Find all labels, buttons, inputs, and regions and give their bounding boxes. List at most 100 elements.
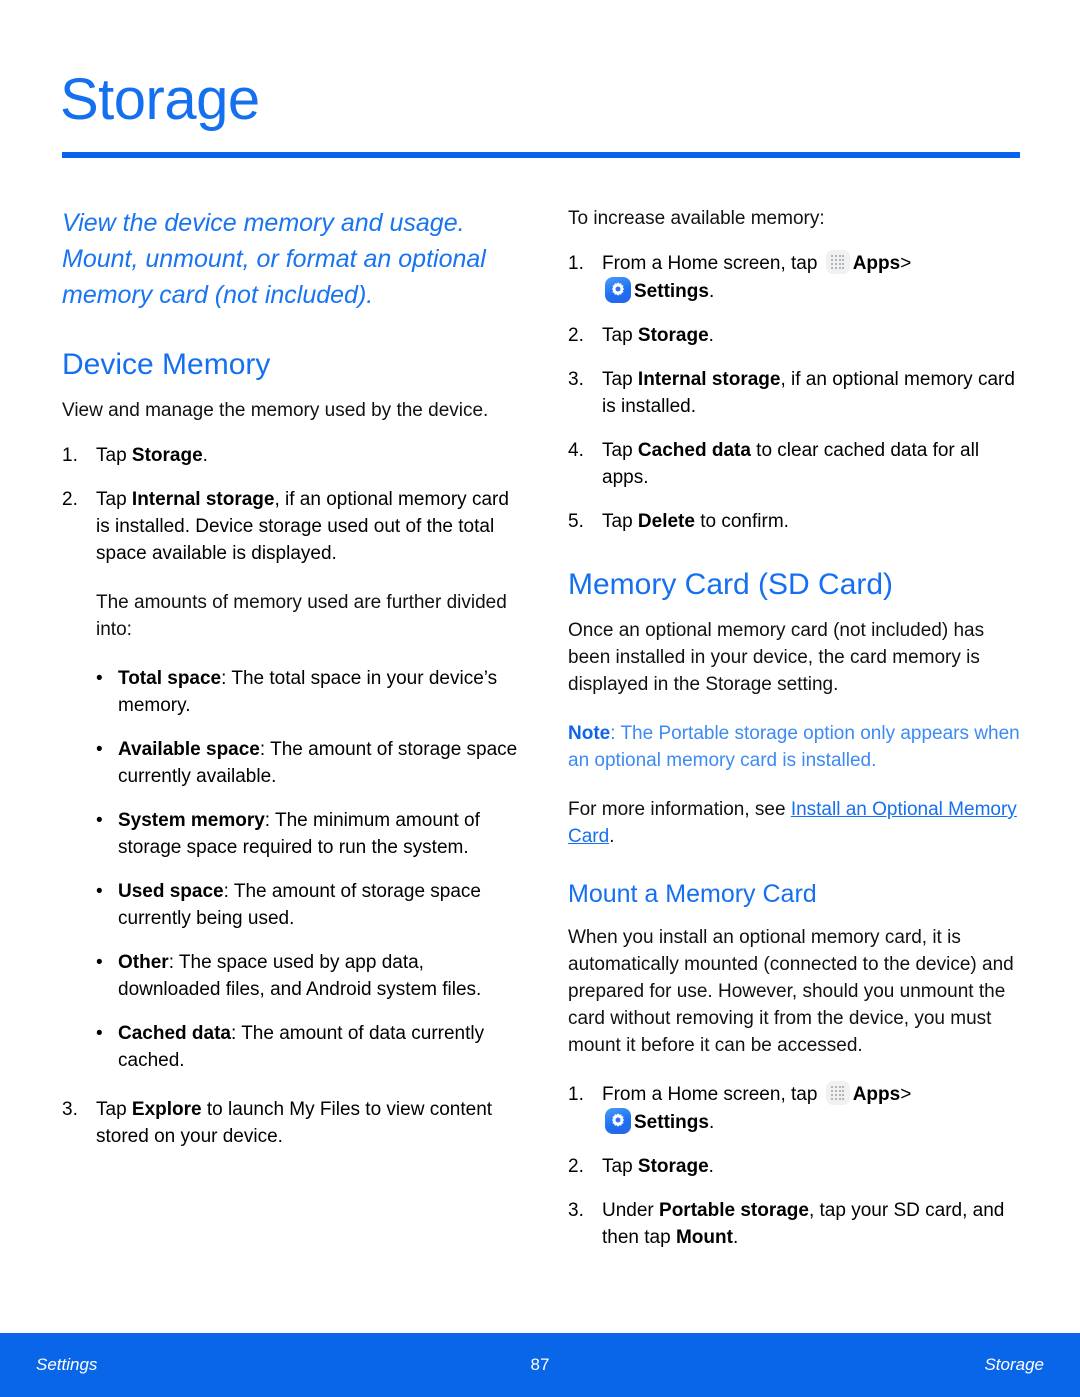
step-text-prefix: Tap bbox=[602, 440, 638, 461]
lead-paragraph: View the device memory and usage. Mount,… bbox=[62, 209, 486, 309]
step-item: 2. Tap Internal storage, if an optional m… bbox=[62, 486, 522, 567]
settings-label: Settings bbox=[634, 1112, 709, 1133]
step-bold-term-2: Mount bbox=[675, 1227, 733, 1248]
step-text-prefix: Tap bbox=[602, 369, 638, 390]
step-text-prefix: From a Home screen, tap bbox=[602, 253, 823, 274]
step-text-suffix: . bbox=[732, 1227, 739, 1248]
more-info-suffix: . bbox=[609, 826, 615, 847]
right-column: To increase available memory: 1. From a H… bbox=[568, 205, 1028, 1273]
chevron-separator: > bbox=[900, 253, 912, 274]
bullet-term: Total space bbox=[118, 668, 222, 689]
step-number: 5. bbox=[568, 511, 584, 532]
increase-memory-intro: To increase available memory: bbox=[568, 208, 825, 229]
list-item: Total space: The total space in your dev… bbox=[96, 665, 522, 719]
step-item: 2. Tap Storage. bbox=[568, 322, 1028, 349]
step-bold-term: Delete bbox=[637, 511, 695, 532]
step-text-prefix: Tap bbox=[96, 1099, 132, 1120]
settings-label: Settings bbox=[634, 281, 709, 302]
apps-grid-icon bbox=[825, 1081, 850, 1105]
apps-label: Apps bbox=[852, 1084, 901, 1105]
bullet-term: Other bbox=[118, 952, 169, 973]
list-item: Cached data: The amount of data currentl… bbox=[96, 1020, 522, 1074]
step-text-prefix: Under bbox=[602, 1200, 660, 1221]
step-item: 1. From a Home screen, tap Apps> Settings. bbox=[568, 1081, 1028, 1136]
step-number: 3. bbox=[568, 1200, 584, 1221]
step-number: 1. bbox=[568, 253, 584, 274]
apps-grid-icon bbox=[825, 250, 850, 274]
more-information-paragraph: For more information, see Install an Opt… bbox=[568, 796, 1028, 850]
list-item: Used space: The amount of storage space … bbox=[96, 878, 522, 932]
step-item: 2. Tap Storage. bbox=[568, 1153, 1028, 1180]
step-item: 5. Tap Delete to confirm. bbox=[568, 508, 1028, 535]
step-item: 1. From a Home screen, tap Apps> Settings. bbox=[568, 250, 1028, 305]
page-title: Storage bbox=[60, 67, 260, 132]
step-number: 1. bbox=[568, 1084, 584, 1105]
footer-page-number: 87 bbox=[530, 1355, 550, 1374]
page-footer: Settings 87 Storage bbox=[0, 1333, 1080, 1397]
step-item: 1. Tap Storage. bbox=[62, 442, 522, 469]
divided-into-intro: The amounts of memory used are further d… bbox=[96, 592, 507, 640]
title-divider bbox=[62, 152, 1020, 158]
memory-card-intro: Once an optional memory card (not includ… bbox=[568, 620, 985, 695]
device-memory-intro: View and manage the memory used by the d… bbox=[62, 400, 489, 421]
note-label: Note bbox=[568, 723, 611, 744]
step-number: 2. bbox=[568, 1156, 584, 1177]
left-column: View the device memory and usage. Mount,… bbox=[62, 205, 522, 1172]
settings-gear-icon bbox=[605, 277, 631, 303]
step-number: 1. bbox=[62, 445, 78, 466]
increase-memory-steps: 1. From a Home screen, tap Apps> Settings.… bbox=[568, 250, 1028, 535]
step-text-prefix: Tap bbox=[96, 445, 132, 466]
step-number: 3. bbox=[62, 1099, 78, 1120]
note-block: Note: The Portable storage option only a… bbox=[568, 720, 1028, 774]
bullet-term: Available space bbox=[118, 739, 260, 760]
mount-memory-card-steps: 1. From a Home screen, tap Apps> Settings.… bbox=[568, 1081, 1028, 1251]
step-bold-term: Storage bbox=[637, 1156, 709, 1177]
step-text-suffix: . bbox=[708, 325, 714, 346]
footer-right-label: Storage bbox=[984, 1355, 1044, 1374]
bullet-term: Used space bbox=[118, 881, 224, 902]
step-text-prefix: Tap bbox=[96, 489, 132, 510]
step-text-prefix: From a Home screen, tap bbox=[602, 1084, 823, 1105]
step-text-suffix: . bbox=[708, 1112, 715, 1133]
step-text-prefix: Tap bbox=[602, 325, 638, 346]
note-text: : The Portable storage option only appea… bbox=[568, 723, 1020, 771]
device-memory-steps: 1. Tap Storage. 2. Tap Internal storage, i… bbox=[62, 442, 522, 567]
subsection-heading-mount-memory-card: Mount a Memory Card bbox=[568, 880, 817, 908]
list-item: System memory: The minimum amount of sto… bbox=[96, 807, 522, 861]
section-heading-memory-card: Memory Card (SD Card) bbox=[568, 568, 894, 601]
document-page: Storage View the device memory and usage… bbox=[0, 0, 1080, 1397]
more-info-prefix: For more information, see bbox=[568, 799, 791, 820]
chevron-separator: > bbox=[900, 1084, 912, 1105]
section-heading-device-memory: Device Memory bbox=[62, 348, 271, 381]
step-text-suffix: to confirm. bbox=[694, 511, 789, 532]
step-bold-term: Cached data bbox=[637, 440, 751, 461]
list-item: Other: The space used by app data, downl… bbox=[96, 949, 522, 1003]
step-bold-term: Storage bbox=[637, 325, 709, 346]
step-text-suffix: . bbox=[202, 445, 208, 466]
memory-category-list: Total space: The total space in your dev… bbox=[62, 665, 522, 1074]
bullet-term: System memory bbox=[118, 810, 265, 831]
step-item: 3. Tap Explore to launch My Files to view… bbox=[62, 1096, 522, 1150]
bullet-term: Cached data bbox=[118, 1023, 231, 1044]
step-bold-term: Storage bbox=[131, 445, 203, 466]
bullet-description: : The space used by app data, downloaded… bbox=[118, 952, 482, 1000]
step-number: 3. bbox=[568, 369, 584, 390]
step-text-prefix: Tap bbox=[602, 1156, 638, 1177]
step-item: 3. Tap Internal storage, if an optional m… bbox=[568, 366, 1028, 420]
list-item: Available space: The amount of storage s… bbox=[96, 736, 522, 790]
step-number: 4. bbox=[568, 440, 584, 461]
step-text-suffix: . bbox=[708, 1156, 714, 1177]
step-item: 4. Tap Cached data to clear cached data f… bbox=[568, 437, 1028, 491]
step-item: 3. Under Portable storage, tap your SD ca… bbox=[568, 1197, 1028, 1251]
device-memory-steps-cont: 3. Tap Explore to launch My Files to view… bbox=[62, 1096, 522, 1150]
step-number: 2. bbox=[568, 325, 584, 346]
step-bold-term: Explore bbox=[131, 1099, 202, 1120]
step-bold-term: Portable storage bbox=[659, 1200, 809, 1221]
step-bold-term: Internal storage bbox=[637, 369, 781, 390]
settings-gear-icon bbox=[605, 1108, 631, 1134]
step-number: 2. bbox=[62, 489, 78, 510]
mount-memory-card-body: When you install an optional memory card… bbox=[568, 927, 1014, 1056]
step-bold-term: Internal storage bbox=[131, 489, 275, 510]
step-text-prefix: Tap bbox=[602, 511, 638, 532]
apps-label: Apps bbox=[852, 253, 901, 274]
